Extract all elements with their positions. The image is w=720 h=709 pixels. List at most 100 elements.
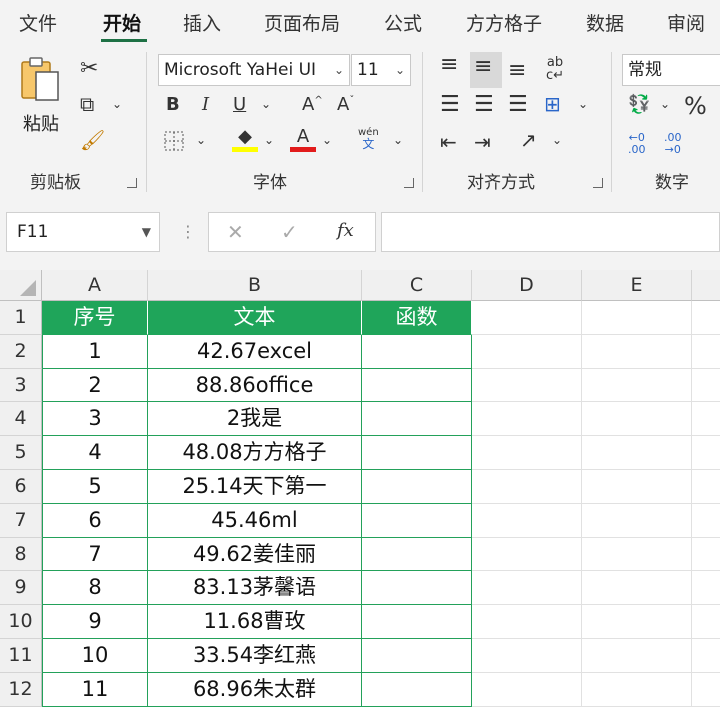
menu-review[interactable]: 审阅 [667,9,705,36]
empty-cell[interactable] [472,672,582,707]
menu-file[interactable]: 文件 [19,9,57,36]
row-header[interactable]: 12 [0,672,42,707]
row-header[interactable]: 10 [0,605,42,639]
empty-cell[interactable] [692,639,720,673]
empty-cell[interactable] [692,504,720,538]
row-header[interactable]: 2 [0,334,42,369]
menu-insert[interactable]: 插入 [183,9,221,36]
empty-cell[interactable] [692,335,720,369]
empty-cell[interactable] [472,436,582,470]
empty-cell[interactable] [692,470,720,504]
merge-dropdown-icon[interactable]: ⌄ [578,98,588,110]
empty-cell[interactable] [472,402,582,437]
font-launcher-icon[interactable] [404,178,414,188]
copy-icon[interactable]: ⧉ [80,94,94,114]
column-header-d[interactable]: D [472,270,582,301]
decrease-decimal-icon[interactable]: .00 →0 [664,131,682,156]
name-box[interactable]: F11 ▼ [6,212,160,252]
align-left-icon[interactable]: ☰ [440,94,460,116]
cut-icon[interactable]: ✂ [80,58,98,80]
empty-cell[interactable] [692,301,720,335]
table-cell[interactable] [362,537,472,572]
align-middle-icon[interactable]: ≡ [474,56,492,78]
enter-icon[interactable]: ✓ [281,222,298,242]
empty-cell[interactable] [692,673,720,707]
more-icon[interactable]: ⋮ [180,224,196,240]
percent-button[interactable]: % [684,94,707,118]
table-header-cell[interactable]: 文本 [148,301,362,335]
table-cell[interactable]: 5 [42,470,148,504]
row-header[interactable]: 4 [0,402,42,437]
table-cell[interactable]: 1 [42,334,148,369]
font-name-select[interactable]: Microsoft YaHei UI ⌄ [158,54,350,86]
menu-home[interactable]: 开始 [103,9,141,36]
table-cell[interactable] [362,503,472,538]
currency-icon[interactable]: 💱 [628,96,650,114]
table-cell[interactable]: 2 [42,368,148,403]
empty-cell[interactable] [692,605,720,639]
table-cell[interactable] [362,605,472,639]
empty-cell[interactable] [472,537,582,572]
table-cell[interactable] [362,639,472,673]
column-header-c[interactable]: C [362,270,472,301]
empty-cell[interactable] [472,639,582,673]
table-cell[interactable]: 8 [42,571,148,606]
table-cell[interactable]: 83.13茅馨语 [148,571,362,606]
phonetic-icon[interactable]: wén 文 [358,128,379,151]
table-cell[interactable]: 6 [42,503,148,538]
cancel-icon[interactable]: ✕ [227,222,244,242]
empty-cell[interactable] [582,571,692,606]
table-cell[interactable] [362,470,472,504]
align-right-icon[interactable]: ☰ [508,94,528,116]
orientation-icon[interactable]: ↗ [520,130,537,150]
table-cell[interactable] [362,436,472,470]
empty-cell[interactable] [472,571,582,606]
number-format-select[interactable]: 常规 [622,54,720,86]
align-top-icon[interactable]: ≡ [440,54,458,76]
empty-cell[interactable] [582,402,692,437]
paste-button[interactable]: 粘贴 [18,56,68,136]
row-header[interactable]: 5 [0,436,42,470]
table-header-cell[interactable]: 序号 [42,301,148,335]
table-cell[interactable]: 4 [42,436,148,470]
insert-function-button[interactable]: fx [337,222,354,240]
column-header-e[interactable]: E [582,270,692,301]
table-cell[interactable]: 45.46ml [148,503,362,538]
empty-cell[interactable] [582,368,692,403]
row-header[interactable]: 8 [0,537,42,572]
table-cell[interactable]: 25.14天下第一 [148,470,362,504]
align-bottom-icon[interactable]: ≡ [508,60,526,82]
table-cell[interactable]: 11 [42,672,148,707]
increase-decimal-icon[interactable]: ←0.00 [628,131,646,156]
border-icon[interactable] [163,130,185,156]
empty-cell[interactable] [692,402,720,437]
table-cell[interactable]: 68.96朱太群 [148,672,362,707]
empty-cell[interactable] [472,368,582,403]
empty-cell[interactable] [472,503,582,538]
empty-cell[interactable] [582,503,692,538]
column-header-a[interactable]: A [42,270,148,301]
currency-dropdown-icon[interactable]: ⌄ [660,98,670,110]
empty-cell[interactable] [582,639,692,673]
format-painter-icon[interactable]: 🖌 [80,130,105,150]
alignment-launcher-icon[interactable] [593,178,603,188]
empty-cell[interactable] [582,334,692,369]
empty-cell[interactable] [692,571,720,606]
table-header-cell[interactable]: 函数 [362,301,472,335]
table-cell[interactable]: 33.54李红燕 [148,639,362,673]
column-header-f[interactable] [692,270,720,301]
row-header[interactable]: 6 [0,470,42,504]
menu-data[interactable]: 数据 [586,9,624,36]
decrease-indent-icon[interactable]: ⇤ [440,132,457,152]
select-all-corner[interactable] [0,270,42,301]
empty-cell[interactable] [472,301,582,335]
empty-cell[interactable] [582,537,692,572]
fill-color-dropdown-icon[interactable]: ⌄ [264,134,274,146]
formula-input[interactable] [381,212,720,252]
font-color-icon[interactable]: A [290,128,316,152]
empty-cell[interactable] [472,334,582,369]
table-cell[interactable]: 10 [42,639,148,673]
column-header-b[interactable]: B [148,270,362,301]
merge-center-icon[interactable]: ⊞ [544,94,561,114]
row-header[interactable]: 7 [0,503,42,538]
